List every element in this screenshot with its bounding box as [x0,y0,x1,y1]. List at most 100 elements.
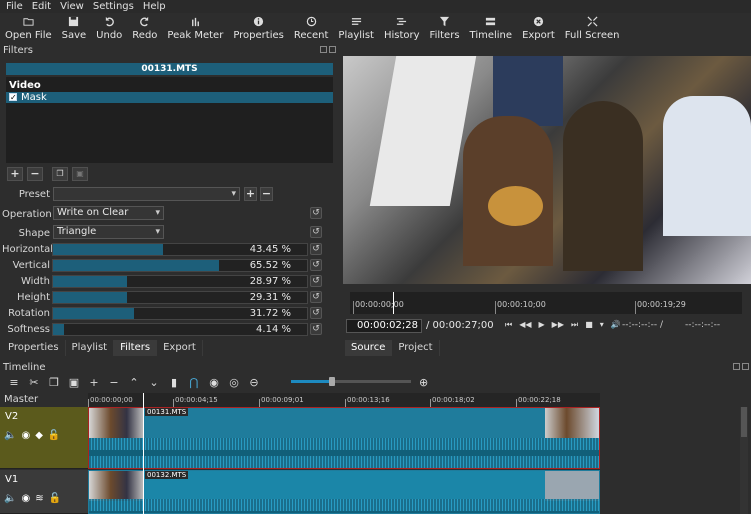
reset-height-button[interactable]: ↺ [310,291,322,303]
reset-softness-button[interactable]: ↺ [310,323,322,335]
stop-icon[interactable]: ■ [585,320,593,330]
track-header-v1[interactable]: V1 🔈 ◉ ≋ 🔓 [0,470,88,514]
reset-operation-button[interactable]: ↺ [310,207,322,219]
softness-slider[interactable]: 4.14 % [52,323,308,336]
append-icon[interactable]: + [84,376,104,389]
mute-icon[interactable]: 🔈 [4,430,16,441]
lock-icon[interactable]: 🔓 [48,430,60,441]
tab-source[interactable]: Source [345,340,393,356]
preset-combo[interactable] [53,187,240,201]
overwrite-icon[interactable]: ⌄ [144,376,164,389]
ripple-delete-icon[interactable]: − [104,376,124,389]
horizontal-slider[interactable]: 43.45 % [52,243,308,256]
properties-button[interactable]: Properties [228,13,289,44]
fast-forward-icon[interactable]: ▶▶ [552,320,564,330]
open-file-button[interactable]: Open File [0,13,57,44]
filter-item-mask[interactable]: ✓ Mask [6,92,333,103]
menu-view[interactable]: View [60,0,84,13]
timeline-vertical-scrollbar[interactable] [740,407,748,514]
video-preview[interactable] [343,56,751,284]
save-button[interactable]: Save [57,13,92,44]
menu-settings[interactable]: Settings [93,0,134,13]
current-timecode-field[interactable]: 00:00:02;28 [346,319,422,333]
zoom-out-icon[interactable]: ⊖ [244,376,264,389]
peak-meter-button[interactable]: Peak Meter [162,13,228,44]
zoom-slider-handle[interactable] [329,377,335,386]
player-scrubber[interactable]: 00:00:00;00 00:00:10;00 00:00:19;29 [350,292,742,314]
split-icon[interactable]: ▮ [164,376,184,389]
player-playhead[interactable] [393,292,394,314]
menu-edit[interactable]: Edit [32,0,51,13]
filter-enable-checkbox[interactable]: ✓ [9,93,17,102]
timeline-clip[interactable]: 00131.MTS [88,407,600,469]
cut-icon[interactable]: ✂ [24,376,44,389]
close-icon[interactable] [329,46,336,53]
lock-icon[interactable]: 🔓 [49,493,61,504]
menu-help[interactable]: Help [143,0,166,13]
snap-icon[interactable]: ⋂ [184,376,204,389]
playlist-button[interactable]: Playlist [333,13,379,44]
eye-icon[interactable]: ◉ [21,430,30,441]
undo-button[interactable]: Undo [91,13,127,44]
shape-combo[interactable]: Triangle [53,225,164,239]
recent-button[interactable]: Recent [289,13,334,44]
height-slider[interactable]: 29.31 % [52,291,308,304]
timeline-button[interactable]: Timeline [465,13,518,44]
filters-button[interactable]: Filters [425,13,465,44]
tab-playlist[interactable]: Playlist [66,340,115,356]
play-icon[interactable]: ▶ [539,320,545,330]
full-screen-button[interactable]: Full Screen [560,13,625,44]
width-slider[interactable]: 28.97 % [52,275,308,288]
close-icon[interactable] [742,363,749,370]
timeline-playhead[interactable] [143,393,144,514]
copy-filters-button[interactable]: ❐ [52,167,68,181]
ripple-icon[interactable]: ◎ [224,376,244,389]
delete-preset-button[interactable]: − [260,187,273,201]
eye-icon[interactable]: ◉ [21,493,30,504]
composite-icon[interactable]: ≋ [35,493,43,504]
operation-combo[interactable]: Write on Clear [53,206,164,220]
chevron-down-icon[interactable]: ▾ [600,320,604,330]
rotation-slider[interactable]: 31.72 % [52,307,308,320]
timeline-icon [486,17,496,26]
vertical-slider[interactable]: 65.52 % [52,259,308,272]
copy-icon[interactable]: ❐ [44,376,64,389]
track-header-v2[interactable]: V2 🔈 ◉ ◆ 🔓 [0,407,88,469]
save-preset-button[interactable]: + [244,187,257,201]
reset-rotation-button[interactable]: ↺ [310,307,322,319]
remove-filter-button[interactable]: − [27,167,43,181]
reset-horizontal-button[interactable]: ↺ [310,243,322,255]
tab-project[interactable]: Project [392,340,440,356]
reset-vertical-button[interactable]: ↺ [310,259,322,271]
skip-previous-icon[interactable]: ⏮ [505,320,512,330]
reset-shape-button[interactable]: ↺ [310,226,322,238]
float-icon[interactable] [320,46,327,53]
filter-list[interactable] [6,77,333,163]
menu-file[interactable]: File [6,0,23,13]
tab-properties[interactable]: Properties [2,340,66,356]
add-filter-button[interactable]: + [7,167,23,181]
zoom-in-icon[interactable]: ⊕ [419,376,428,389]
menu-icon[interactable]: ≡ [4,376,24,389]
timeline-ruler[interactable]: 00:00:00;00 00:00:04;15 00:00:09;01 00:0… [88,393,600,407]
dock-buttons[interactable] [733,363,749,370]
dock-buttons[interactable] [320,46,336,53]
export-button[interactable]: Export [517,13,560,44]
skip-next-icon[interactable]: ⏭ [571,320,578,330]
paste-icon[interactable]: ▣ [64,376,84,389]
redo-button[interactable]: Redo [127,13,162,44]
composite-icon[interactable]: ◆ [35,430,43,441]
rewind-icon[interactable]: ◀◀ [519,320,531,330]
history-button[interactable]: History [379,13,425,44]
zoom-slider[interactable] [291,377,411,386]
lift-icon[interactable]: ⌃ [124,376,144,389]
reset-width-button[interactable]: ↺ [310,275,322,287]
float-icon[interactable] [733,363,740,370]
mute-icon[interactable]: 🔈 [4,493,16,504]
tab-export[interactable]: Export [157,340,203,356]
scrub-icon[interactable]: ◉ [204,376,224,389]
timeline-clip[interactable]: 00132.MTS [88,470,600,514]
tab-filters[interactable]: Filters [114,340,158,356]
paste-filters-button[interactable]: ▣ [72,167,88,181]
volume-icon[interactable]: 🔊 [611,320,621,330]
